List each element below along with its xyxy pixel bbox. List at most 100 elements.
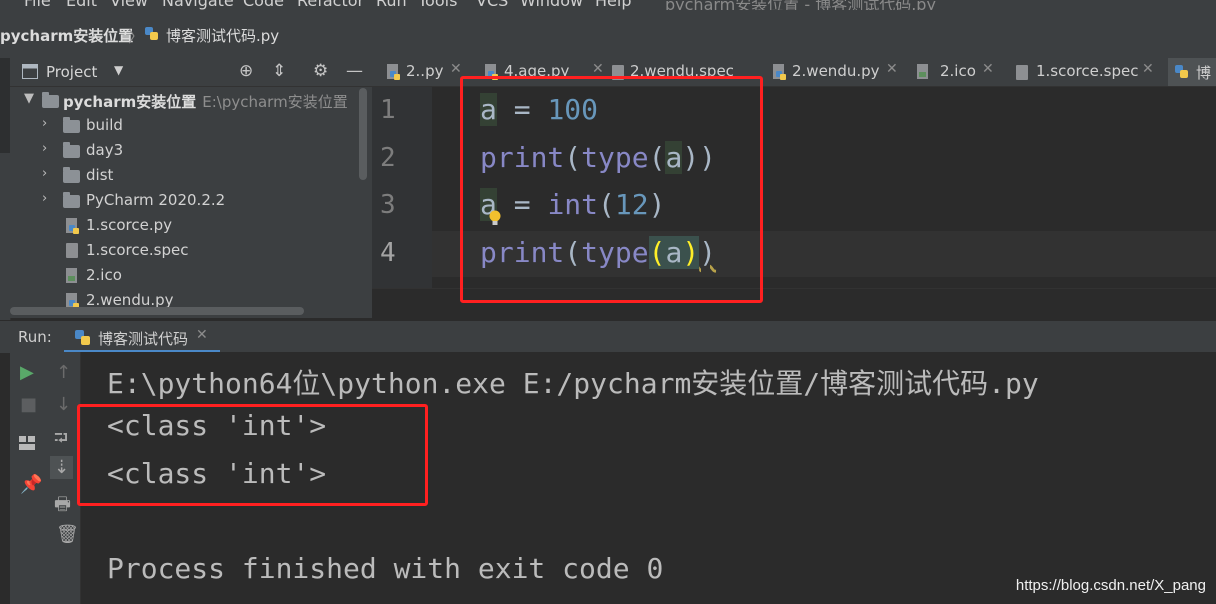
project-panel-title[interactable]: Project: [46, 63, 97, 81]
editor-tab-label: 2.ico: [940, 62, 976, 80]
breadcrumb-file[interactable]: 博客测试代码.py: [166, 25, 279, 46]
run-label: Run:: [18, 328, 52, 346]
editor-tab-label: 2..py: [406, 62, 444, 80]
menu-tools[interactable]: Tools: [418, 0, 457, 10]
close-icon[interactable]: ✕: [196, 327, 208, 343]
breadcrumb-separator-icon: 〉: [128, 27, 145, 46]
console-line: E:\python64位\python.exe E:/pycharm安装位置/博…: [107, 367, 1039, 400]
tree-item-label: 1.scorce.spec: [86, 241, 189, 259]
menu-help[interactable]: Help: [595, 0, 631, 10]
hide-icon[interactable]: —: [346, 61, 363, 81]
python-file-icon: [387, 64, 400, 80]
menu-file[interactable]: File: [24, 0, 51, 10]
tree-item-label: dist: [86, 166, 114, 184]
close-icon[interactable]: ✕: [592, 61, 604, 77]
line-number: 3: [380, 190, 396, 220]
chevron-right-icon[interactable]: ›: [42, 166, 47, 181]
tree-item-1-scorce-spec[interactable]: 1.scorce.spec: [10, 239, 370, 264]
editor-tab[interactable]: 2..py ✕: [382, 58, 472, 86]
chevron-down-icon[interactable]: ▼: [114, 63, 123, 77]
tree-root-path: E:\pycharm安装位置: [202, 93, 348, 111]
window-title: pycharm安装位置 - 博客测试代码.py: [665, 0, 936, 10]
editor-tab-label: 博: [1196, 64, 1212, 82]
tree-item-label: 1.scorce.py: [86, 216, 173, 234]
line-number: 4: [380, 238, 396, 268]
folder-icon: [63, 117, 80, 133]
soft-wrap-icon[interactable]: ⮒: [54, 426, 68, 456]
python-file-icon: [145, 27, 158, 40]
editor-tab[interactable]: 2.wendu.py ✕: [768, 58, 908, 86]
collapse-all-icon[interactable]: ⇕: [272, 61, 286, 81]
scroll-to-end-icon[interactable]: ⇣: [50, 456, 74, 479]
menu-window[interactable]: Window: [520, 0, 583, 10]
tree-item-label: build: [86, 116, 123, 134]
close-icon[interactable]: ✕: [886, 61, 898, 77]
gear-icon[interactable]: ⚙: [313, 61, 328, 81]
editor-tab-label: 1.scorce.spec: [1036, 62, 1139, 80]
editor-tab-label: 2.wendu.py: [792, 62, 880, 80]
print-icon[interactable]: 🖶: [54, 492, 71, 522]
tree-item-day3[interactable]: › day3: [10, 139, 370, 164]
python-file-icon: [1175, 65, 1188, 78]
close-icon[interactable]: ✕: [450, 61, 462, 77]
folder-icon: [63, 167, 80, 183]
project-tool-tab[interactable]: [0, 58, 10, 153]
image-file-icon: [917, 64, 928, 79]
tree-item-pycharm[interactable]: › PyCharm 2020.2.2: [10, 189, 370, 214]
close-icon[interactable]: ✕: [982, 61, 994, 77]
watermark: https://blog.csdn.net/X_pang: [1015, 577, 1206, 594]
image-file-icon: [66, 268, 77, 283]
tree-item-label: 2.ico: [86, 266, 122, 284]
python-run-icon: [75, 330, 90, 345]
chevron-down-icon[interactable]: ▼: [24, 91, 34, 106]
chevron-right-icon[interactable]: ›: [42, 116, 47, 131]
locate-icon[interactable]: ⊕: [239, 61, 253, 81]
rerun-icon[interactable]: ▶: [20, 362, 34, 383]
chevron-right-icon[interactable]: ›: [42, 191, 47, 206]
tree-item-label: day3: [86, 141, 124, 159]
layout-icon[interactable]: [18, 435, 36, 451]
editor-tab-active[interactable]: 博: [1168, 58, 1216, 86]
menu-bar: File Edit View Navigate Code Refactor Ru…: [0, 0, 1216, 10]
folder-icon: [63, 142, 80, 158]
editor-tab[interactable]: 2.ico ✕: [912, 58, 1012, 86]
tree-vertical-scrollbar[interactable]: [359, 88, 367, 180]
menu-run[interactable]: Run: [376, 0, 407, 10]
menu-navigate[interactable]: Navigate: [162, 0, 234, 10]
project-window-icon: [22, 64, 38, 79]
tree-root-name: pycharm安装位置: [63, 93, 197, 111]
tree-horizontal-scrollbar[interactable]: [10, 307, 304, 315]
folder-icon: [42, 92, 59, 108]
line-number: 2: [380, 143, 396, 173]
menu-code[interactable]: Code: [243, 0, 284, 10]
arrow-up-icon[interactable]: ↑: [56, 362, 71, 383]
menu-view[interactable]: View: [110, 0, 148, 10]
editor-tab[interactable]: 1.scorce.spec ✕: [1012, 58, 1162, 86]
python-file-icon: [773, 64, 786, 80]
run-panel-header: Run: 博客测试代码 ✕: [0, 320, 1216, 353]
tree-item-build[interactable]: › build: [10, 114, 370, 139]
tree-item-dist[interactable]: › dist: [10, 164, 370, 189]
pin-icon[interactable]: 📌: [20, 474, 42, 495]
editor-gutter: 1 2 3 4: [372, 87, 432, 320]
chevron-right-icon[interactable]: ›: [42, 141, 47, 156]
stop-icon[interactable]: ■: [20, 394, 37, 415]
tree-item-2-ico[interactable]: 2.ico: [10, 264, 370, 289]
tree-item-label: PyCharm 2020.2.2: [86, 191, 226, 209]
run-tab[interactable]: 博客测试代码 ✕: [64, 321, 220, 353]
tree-root[interactable]: ▼ pycharm安装位置 E:\pycharm安装位置: [10, 89, 370, 114]
tree-item-1-scorce-py[interactable]: 1.scorce.py: [10, 214, 370, 239]
line-number: 1: [380, 95, 396, 125]
annotation-box-code: [460, 76, 763, 303]
run-tab-label: 博客测试代码: [98, 330, 189, 348]
annotation-box-output: [77, 404, 428, 506]
menu-refactor[interactable]: Refactor: [297, 0, 364, 10]
arrow-down-icon[interactable]: ↓: [56, 394, 71, 415]
breadcrumb-project[interactable]: pycharm安装位置: [0, 25, 133, 46]
run-toolbar-primary: ▶ ■ 📌: [10, 352, 48, 604]
trash-icon[interactable]: 🗑: [56, 524, 79, 545]
close-icon[interactable]: ✕: [1142, 61, 1154, 77]
menu-vcs[interactable]: VCS: [476, 0, 508, 10]
menu-edit[interactable]: Edit: [66, 0, 97, 10]
text-file-icon: [66, 243, 78, 258]
